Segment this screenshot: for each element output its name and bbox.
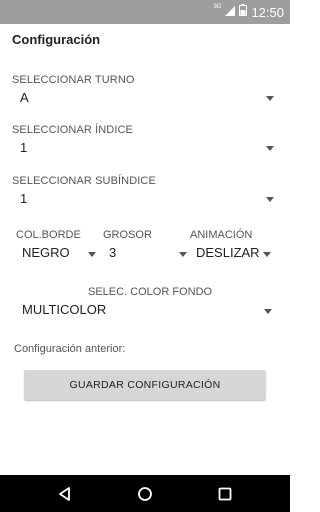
dropdown-caret-icon bbox=[88, 252, 96, 257]
grosor-label: GROSOR bbox=[103, 229, 152, 241]
subindice-label: SELECCIONAR SUBÍNDICE bbox=[12, 175, 156, 187]
previous-config-label: Configuración anterior: bbox=[14, 343, 126, 355]
color-fondo-label: SELEC. COLOR FONDO bbox=[88, 286, 213, 298]
col-borde-spinner[interactable]: NEGRO bbox=[22, 243, 98, 265]
indice-spinner[interactable]: 1 bbox=[12, 137, 276, 159]
dropdown-caret-icon bbox=[179, 252, 187, 257]
indice-label: SELECCIONAR ÍNDICE bbox=[12, 124, 133, 136]
turno-label: SELECCIONAR TURNO bbox=[12, 74, 135, 86]
dropdown-caret-icon bbox=[266, 197, 274, 202]
animacion-spinner[interactable]: DESLIZAR bbox=[196, 243, 271, 265]
dropdown-caret-icon bbox=[266, 96, 274, 101]
page-title: Configuración bbox=[12, 32, 101, 47]
signal-icon bbox=[225, 3, 236, 21]
dropdown-caret-icon bbox=[264, 309, 272, 314]
col-borde-value: NEGRO bbox=[22, 245, 70, 260]
save-config-button[interactable]: GUARDAR CONFIGURACIÓN bbox=[24, 370, 266, 400]
dropdown-caret-icon bbox=[263, 252, 271, 257]
grosor-spinner[interactable]: 3 bbox=[109, 243, 189, 265]
color-fondo-value: MULTICOLOR bbox=[22, 302, 107, 317]
battery-icon bbox=[239, 3, 248, 21]
indice-value: 1 bbox=[20, 140, 28, 155]
status-bar: 3G 12:50 bbox=[0, 0, 290, 24]
status-time: 12:50 bbox=[251, 4, 284, 20]
subindice-spinner[interactable]: 1 bbox=[12, 188, 276, 210]
turno-value: A bbox=[20, 90, 29, 105]
status-icons: 3G 12:50 bbox=[213, 0, 284, 24]
animacion-label: ANIMACIÓN bbox=[190, 229, 253, 241]
col-borde-label: COL.BORDE bbox=[16, 229, 81, 241]
back-icon[interactable] bbox=[55, 484, 75, 504]
recents-icon[interactable] bbox=[215, 484, 235, 504]
navigation-bar bbox=[0, 475, 290, 512]
color-fondo-spinner[interactable]: MULTICOLOR bbox=[22, 300, 274, 322]
animacion-value: DESLIZAR bbox=[196, 245, 260, 260]
grosor-value: 3 bbox=[109, 245, 117, 260]
network-type-label: 3G bbox=[213, 4, 222, 10]
turno-spinner[interactable]: A bbox=[12, 87, 276, 109]
subindice-value: 1 bbox=[20, 191, 28, 206]
home-icon[interactable] bbox=[135, 484, 155, 504]
dropdown-caret-icon bbox=[266, 146, 274, 151]
